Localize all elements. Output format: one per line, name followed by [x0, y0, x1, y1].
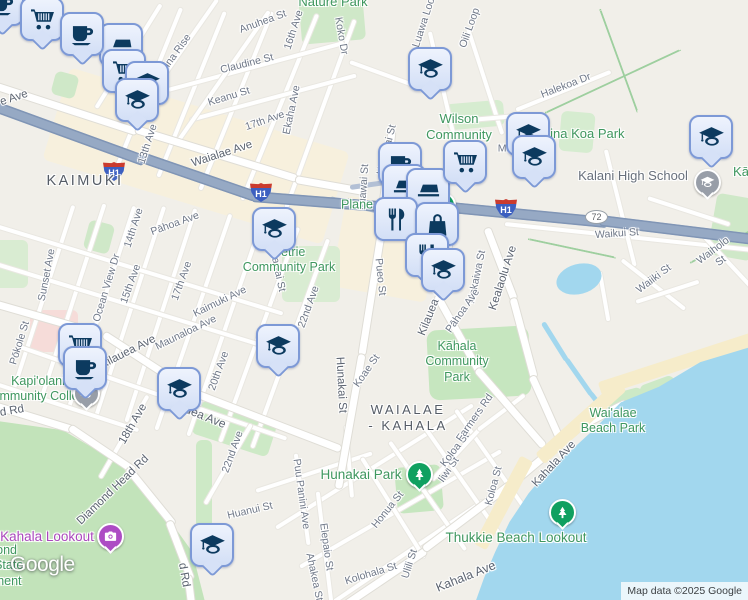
graduation-cap-icon [430, 257, 457, 284]
marker-graduation-cap[interactable] [512, 135, 556, 190]
marker-tail [168, 399, 190, 422]
marker-tail [700, 147, 722, 170]
restaurant-icon [383, 206, 410, 233]
shopping-cart-icon [29, 6, 56, 33]
laptop-icon [415, 177, 442, 204]
coffee-cup-icon [72, 355, 99, 382]
marker-shopping-cart[interactable] [20, 0, 64, 52]
coffee-cup-icon [0, 0, 16, 18]
marker-graduation-cap[interactable] [421, 248, 465, 303]
marker-graduation-cap[interactable] [256, 324, 300, 379]
marker-tail [126, 110, 148, 133]
google-logo[interactable]: Google [10, 553, 75, 577]
coffee-cup-icon [69, 21, 96, 48]
marker-graduation-cap[interactable] [190, 523, 234, 578]
marker-coffee-cup[interactable] [60, 12, 104, 67]
marker-tail [201, 555, 223, 578]
graduation-cap-icon [124, 87, 151, 114]
marker-tail [419, 79, 441, 102]
marker-graduation-cap[interactable] [115, 78, 159, 133]
marker-graduation-cap[interactable] [689, 115, 733, 170]
graduation-cap-icon [417, 56, 444, 83]
markers-layer [0, 0, 748, 600]
marker-coffee-cup[interactable] [63, 346, 107, 401]
marker-graduation-cap[interactable] [157, 367, 201, 422]
graduation-cap-icon [261, 216, 288, 243]
graduation-cap-icon [166, 376, 193, 403]
marker-tail [432, 280, 454, 303]
marker-tail [71, 44, 93, 67]
marker-tail [0, 14, 13, 37]
marker-tail [454, 172, 476, 195]
graduation-cap-icon [265, 333, 292, 360]
marker-tail [523, 167, 545, 190]
marker-tail [263, 239, 285, 262]
marker-graduation-cap[interactable] [252, 207, 296, 262]
marker-tail [74, 378, 96, 401]
marker-graduation-cap[interactable] [408, 47, 452, 102]
marker-tail [267, 356, 289, 379]
shopping-cart-icon [452, 149, 479, 176]
marker-shopping-cart[interactable] [443, 140, 487, 195]
map-canvas[interactable]: H1 H1 H1 72 Anuhea St Koko Dr Claudine St 16th… [0, 0, 748, 600]
graduation-cap-icon [698, 124, 725, 151]
graduation-cap-icon [521, 144, 548, 171]
graduation-cap-icon [199, 532, 226, 559]
marker-tail [31, 29, 53, 52]
